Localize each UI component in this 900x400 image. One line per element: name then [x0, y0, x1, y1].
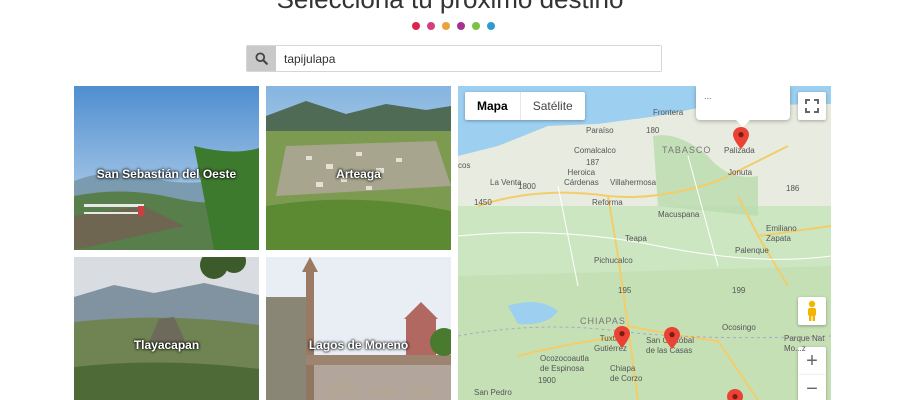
road-shield: 180	[646, 126, 660, 135]
road-shield: 1900	[538, 376, 556, 385]
dot	[457, 22, 465, 30]
map-label: cos	[458, 161, 471, 170]
dot	[442, 22, 450, 30]
fullscreen-button[interactable]	[798, 92, 826, 120]
search-input[interactable]	[276, 46, 661, 71]
map-label-state: CHIAPAS	[580, 316, 626, 326]
info-window[interactable]: ...	[696, 86, 790, 127]
destination-card-tlayacapan[interactable]: Tlayacapan	[74, 257, 259, 400]
road-shield: 1450	[474, 198, 492, 207]
dot	[412, 22, 420, 30]
dot	[472, 22, 480, 30]
search-bar	[246, 45, 662, 72]
page: Selecciona tu próximo destino	[0, 0, 900, 400]
map-label: Heroica Cárdenas	[564, 168, 599, 187]
zoom-out-button[interactable]: −	[798, 375, 826, 400]
map-label: Comalcalco	[574, 146, 616, 155]
pegman-icon	[808, 300, 816, 321]
road-shield: 199	[732, 286, 746, 295]
road-shield: 195	[618, 286, 632, 295]
map-label: Frontera	[653, 108, 684, 117]
page-title: Selecciona tu próximo destino	[0, 0, 900, 15]
destination-name: San Sebastián del Oeste	[96, 167, 237, 181]
destination-name: Tlayacapan	[133, 338, 200, 352]
map-label: Palenque	[735, 246, 769, 255]
dot	[487, 22, 495, 30]
destination-card-arteaga[interactable]: Arteaga	[266, 86, 451, 250]
map-label: Paraíso	[586, 126, 614, 135]
map-label: Ocosingo	[722, 323, 756, 332]
map-type-satelite[interactable]: Satélite	[521, 92, 585, 120]
map-label: Villahermosa	[610, 178, 657, 187]
destination-photo	[266, 257, 451, 400]
map-label: Chiapa de Corzo	[610, 364, 643, 383]
road-shield: 1800	[518, 182, 536, 191]
map[interactable]: Mapa Satélite ... + − Frontera Paraíso C…	[458, 86, 831, 400]
map-label-state: TABASCO	[662, 145, 712, 155]
pegman-button[interactable]	[798, 297, 826, 325]
road-shield: 187	[586, 158, 600, 167]
map-label: La Venta	[490, 178, 522, 187]
map-label: San Pedro	[474, 388, 512, 397]
color-dots	[412, 22, 495, 30]
destination-photo	[74, 257, 259, 400]
map-label: Macuspana	[658, 210, 700, 219]
destination-card-lagos-de-moreno[interactable]: Lagos de Moreno	[266, 257, 451, 400]
map-label: Pichucalco	[594, 256, 633, 265]
dot	[427, 22, 435, 30]
map-type-control: Mapa Satélite	[465, 92, 585, 120]
map-marker-pin[interactable]	[614, 326, 630, 348]
destination-name: Lagos de Moreno	[308, 338, 409, 352]
map-label: Emiliano Zapata	[766, 224, 797, 243]
map-label: Jonuta	[728, 168, 753, 177]
map-marker-pin[interactable]	[664, 327, 680, 349]
map-marker-pin[interactable]	[727, 389, 743, 400]
search-button[interactable]	[247, 46, 276, 71]
map-label: Parque Nat Mo...z	[784, 334, 825, 353]
map-label: Ocozocoautla de Espinosa	[540, 354, 589, 373]
map-label: Teapa	[625, 234, 647, 243]
map-label: Reforma	[592, 198, 623, 207]
road-shield: 186	[786, 184, 800, 193]
fullscreen-icon	[805, 99, 819, 113]
search-icon	[255, 52, 268, 65]
destination-card-san-sebastian[interactable]: San Sebastián del Oeste	[74, 86, 259, 250]
map-marker-pin[interactable]	[733, 127, 749, 149]
map-type-mapa[interactable]: Mapa	[465, 92, 520, 120]
destination-name: Arteaga	[336, 167, 381, 181]
